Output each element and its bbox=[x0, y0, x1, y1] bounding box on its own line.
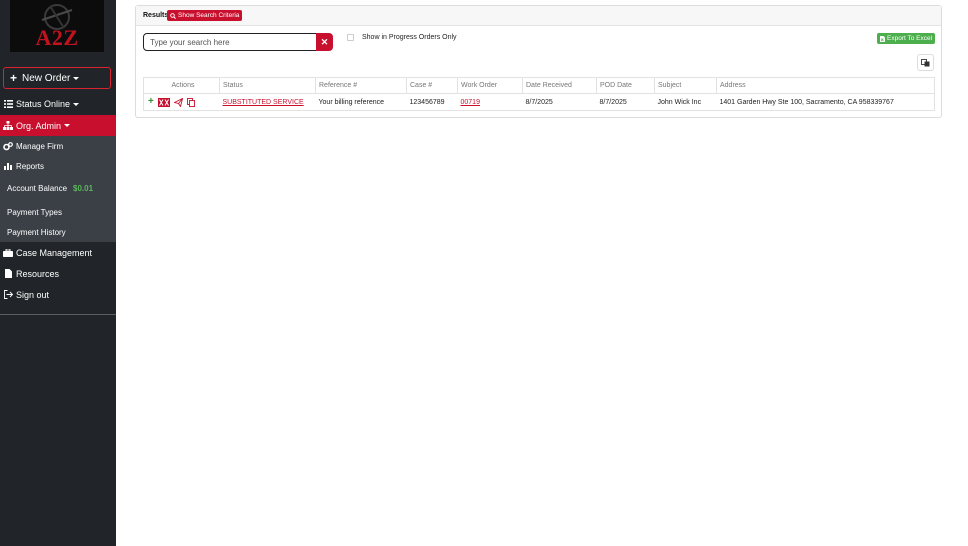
address-cell: 1401 Garden Hwy Ste 100, Sacramento, CA … bbox=[716, 93, 935, 111]
results-card-header: Results Show Search Criteria bbox=[136, 6, 941, 26]
gears-icon bbox=[3, 141, 13, 151]
export-to-excel-label: Export To Excel bbox=[887, 35, 933, 42]
sidebar-item-resources[interactable]: Resources bbox=[0, 265, 116, 282]
sidebar-item-label: Manage Firm bbox=[16, 141, 64, 151]
sidebar-item-label: Status Online bbox=[16, 99, 71, 109]
new-order-label: New Order bbox=[22, 72, 71, 84]
status-link[interactable]: SUBSTITUTED SERVICE bbox=[223, 99, 304, 106]
plus-icon: + bbox=[10, 71, 18, 85]
columns-icon bbox=[921, 58, 930, 66]
column-header-actions[interactable]: Actions bbox=[143, 77, 220, 94]
logo-text: A2Z bbox=[35, 25, 79, 50]
sign-out-icon bbox=[3, 290, 13, 300]
reference-cell: Your billing reference bbox=[315, 93, 407, 111]
file-icon bbox=[3, 269, 13, 279]
status-cell: SUBSTITUTED SERVICE bbox=[219, 93, 316, 111]
work-order-cell: 00719 bbox=[457, 93, 523, 111]
sidebar-item-label: Payment Types bbox=[7, 207, 62, 217]
sidebar-item-case-management[interactable]: Case Management bbox=[0, 244, 116, 261]
subject-cell: John Wick Inc bbox=[654, 93, 717, 111]
copy-icon[interactable] bbox=[186, 97, 195, 107]
date-received-cell: 8/7/2025 bbox=[522, 93, 597, 111]
sidebar-item-label: Reports bbox=[16, 161, 45, 171]
clear-search-button[interactable]: ✕ bbox=[316, 33, 333, 51]
sidebar-item-label: Resources bbox=[16, 268, 60, 279]
caret-down-icon bbox=[73, 76, 80, 80]
results-label: Results bbox=[143, 12, 169, 19]
export-to-excel-button[interactable]: Export To Excel bbox=[877, 33, 936, 44]
pod-date-cell: 8/7/2025 bbox=[596, 93, 655, 111]
search-icon bbox=[170, 12, 176, 19]
sidebar-item-label: Payment History bbox=[7, 228, 66, 237]
close-icon: ✕ bbox=[320, 36, 329, 47]
paper-plane-icon[interactable] bbox=[173, 97, 183, 107]
org-chart-icon bbox=[3, 121, 13, 131]
caret-down-icon bbox=[73, 102, 80, 106]
column-header-work-order[interactable]: Work Order bbox=[457, 77, 523, 94]
actions-cell: + bbox=[143, 93, 220, 111]
column-header-reference[interactable]: Reference # bbox=[315, 77, 407, 94]
case-cell: 123456789 bbox=[406, 93, 458, 111]
sidebar-item-status-online[interactable]: Status Online bbox=[0, 96, 116, 112]
sidebar-item-payment-history[interactable]: Payment History bbox=[0, 223, 116, 242]
column-header-address[interactable]: Address bbox=[716, 77, 935, 94]
column-header-pod-date[interactable]: POD Date bbox=[596, 77, 655, 94]
sidebar: A2Z + New Order Status Online Org. Admin… bbox=[0, 0, 116, 546]
sidebar-divider bbox=[0, 314, 116, 315]
new-order-button[interactable]: + New Order bbox=[3, 67, 111, 89]
column-header-status[interactable]: Status bbox=[219, 77, 316, 94]
sidebar-item-org-admin[interactable]: Org. Admin bbox=[0, 115, 116, 136]
search-placeholder: Type your search here bbox=[150, 37, 230, 47]
brand-logo[interactable]: A2Z bbox=[10, 0, 104, 52]
excel-file-icon bbox=[880, 35, 885, 42]
caret-down-icon bbox=[64, 124, 71, 127]
show-search-criteria-label: Show Search Criteria bbox=[178, 12, 240, 19]
sidebar-item-account-balance[interactable]: Account Balance $0.01 bbox=[0, 176, 116, 201]
in-progress-checkbox[interactable] bbox=[347, 34, 354, 41]
bar-chart-icon bbox=[3, 161, 13, 171]
briefcase-icon bbox=[3, 248, 13, 258]
sidebar-item-reports[interactable]: Reports bbox=[0, 156, 116, 176]
column-header-case[interactable]: Case # bbox=[406, 77, 458, 94]
sidebar-item-label: Sign out bbox=[16, 289, 50, 300]
column-header-date-received[interactable]: Date Received bbox=[522, 77, 597, 94]
list-icon bbox=[3, 99, 13, 109]
column-header-subject[interactable]: Subject bbox=[654, 77, 717, 94]
account-balance-value: $0.01 bbox=[73, 184, 94, 193]
sidebar-item-sign-out[interactable]: Sign out bbox=[0, 286, 116, 303]
sidebar-item-label: Org. Admin bbox=[16, 120, 62, 131]
expand-plus-icon[interactable]: + bbox=[148, 97, 154, 107]
document-pdf-icon[interactable] bbox=[157, 97, 170, 107]
work-order-link[interactable]: 00719 bbox=[461, 99, 480, 106]
sidebar-item-label: Account Balance bbox=[7, 184, 68, 193]
table-header-row: Actions Status Reference # Case # Work O… bbox=[143, 77, 935, 94]
results-table: Actions Status Reference # Case # Work O… bbox=[143, 77, 935, 111]
results-card: Results Show Search Criteria Type your s… bbox=[135, 5, 942, 118]
in-progress-label: Show in Progress Orders Only bbox=[362, 34, 457, 41]
column-chooser-button[interactable] bbox=[917, 54, 934, 71]
search-input[interactable]: Type your search here bbox=[143, 33, 317, 51]
show-search-criteria-button[interactable]: Show Search Criteria bbox=[167, 10, 243, 21]
sidebar-item-payment-types[interactable]: Payment Types bbox=[0, 201, 116, 223]
table-row[interactable]: + SUBSTITUTED SERVICE Your billing refer… bbox=[143, 93, 935, 111]
sidebar-item-manage-firm[interactable]: Manage Firm bbox=[0, 136, 116, 156]
sidebar-item-label: Case Management bbox=[16, 247, 93, 258]
